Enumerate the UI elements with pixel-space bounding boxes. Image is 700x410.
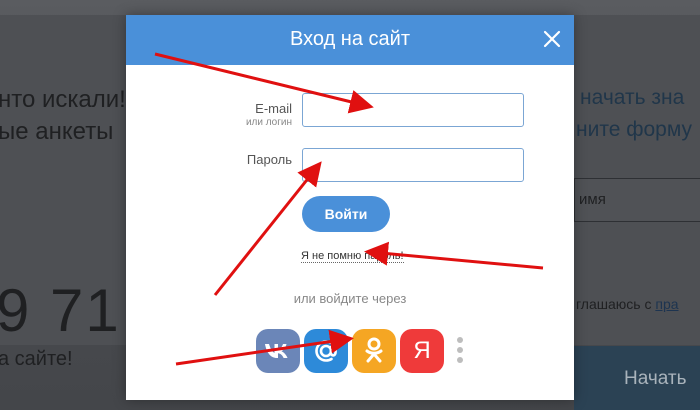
background-counter: 9 71	[0, 277, 121, 344]
close-icon[interactable]	[540, 27, 564, 51]
password-label: Пароль	[246, 152, 292, 167]
odnoklassniki-login-button[interactable]	[352, 329, 396, 373]
more-options-icon[interactable]	[456, 337, 464, 367]
background-caption: а сайте!	[0, 348, 73, 370]
login-modal: Вход на сайт E-mail или логин Пароль Вой…	[126, 15, 574, 400]
odnoklassniki-icon	[365, 337, 383, 363]
background-start-label: Начать	[624, 368, 687, 389]
background-heading-line: ните форму	[576, 118, 693, 141]
email-sublabel: или логин	[245, 117, 292, 128]
background-agree-text: глашаюсь с пра	[576, 296, 679, 312]
modal-title: Вход на сайт	[290, 28, 410, 50]
email-field[interactable]	[302, 93, 524, 127]
vk-login-button[interactable]	[256, 329, 300, 373]
mail-ru-icon	[315, 340, 337, 362]
password-field[interactable]	[302, 148, 524, 182]
modal-header: Вход на сайт	[126, 15, 574, 65]
email-label-text: E-mail	[255, 101, 292, 116]
background-name-field: имя	[574, 178, 700, 222]
yandex-login-button[interactable]: Я	[400, 329, 444, 373]
forgot-password-link[interactable]: Я не помню пароль!	[301, 250, 404, 263]
background-agree-link: пра	[655, 296, 679, 312]
social-login-caption: или войдите через	[293, 291, 407, 306]
vk-icon	[265, 344, 288, 358]
background-start-button: Начать	[574, 346, 700, 410]
background-heading-line: начать зна	[580, 86, 685, 109]
mail-ru-login-button[interactable]	[304, 329, 348, 373]
background-heading-line: нто искали!	[0, 86, 126, 113]
background-heading-line: ые анкеты	[0, 118, 114, 145]
login-button[interactable]: Войти	[302, 196, 390, 232]
background-agree-label: глашаюсь с	[576, 296, 656, 312]
background-name-value: имя	[579, 191, 606, 208]
email-label: E-mail или логин	[172, 102, 292, 130]
yandex-icon: Я	[413, 337, 431, 364]
